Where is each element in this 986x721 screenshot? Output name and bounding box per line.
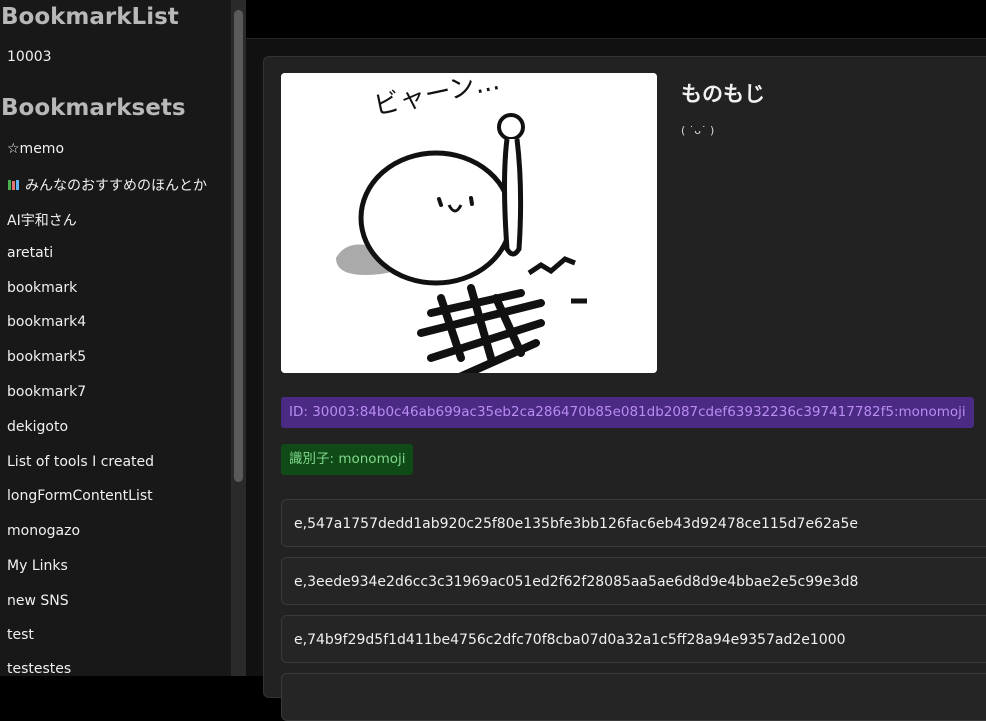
- sidebar-item-testestes[interactable]: testestes: [7, 661, 71, 676]
- sidebar-item-tools[interactable]: List of tools I created: [7, 454, 154, 470]
- avatar-drawing: ビャーン...: [281, 73, 657, 373]
- sidebar-item-my-links[interactable]: My Links: [7, 558, 68, 574]
- profile-subtitle: ( ˙ᴗ˙ ): [681, 124, 715, 137]
- sidebar-scrollbar[interactable]: [231, 0, 246, 676]
- profile-avatar: ビャーン...: [281, 73, 657, 373]
- sidebar-item-bookmark7[interactable]: bookmark7: [7, 384, 86, 400]
- main-content: ビャーン... ものもじ ( ˙ᴗ˙ ) ID: 30003:84b0c46ab…: [246, 39, 986, 721]
- bookmark-list-heading: BookmarkList: [1, 4, 179, 30]
- books-icon: [7, 179, 21, 191]
- sidebar-item-osusume[interactable]: みんなのおすすめのほんとか: [7, 175, 207, 195]
- tag-row[interactable]: e,74b9f29d5f1d411be4756c2dfc70f8cba07d0a…: [281, 615, 986, 663]
- sidebar-item-new-sns[interactable]: new SNS: [7, 593, 69, 609]
- sidebar-item-bookmark[interactable]: bookmark: [7, 280, 77, 296]
- sidebar-item-bookmark4[interactable]: bookmark4: [7, 314, 86, 330]
- profile-name: ものもじ: [681, 82, 765, 106]
- bookmarksets-heading: Bookmarksets: [1, 95, 186, 121]
- id-badge[interactable]: ID: 30003:84b0c46ab699ac35eb2ca286470b85…: [281, 397, 974, 428]
- sidebar-item-bookmark5[interactable]: bookmark5: [7, 349, 86, 365]
- sidebar-item-dekigoto[interactable]: dekigoto: [7, 419, 68, 435]
- identifier-badge[interactable]: 識別子: monomoji: [281, 444, 414, 475]
- sidebar-item-longform[interactable]: longFormContentList: [7, 488, 153, 504]
- tag-row[interactable]: e,3eede934e2d6cc3c31969ac051ed2f62f28085…: [281, 557, 986, 605]
- sidebar-item-monogazo[interactable]: monogazo: [7, 523, 80, 539]
- profile-card: ビャーン... ものもじ ( ˙ᴗ˙ ) ID: 30003:84b0c46ab…: [263, 56, 986, 721]
- sidebar-item-ai-uwa[interactable]: AI宇和さん: [7, 210, 77, 230]
- scrollbar-thumb[interactable]: [234, 10, 243, 482]
- tag-row-partial[interactable]: [281, 673, 986, 721]
- sidebar-item-10003[interactable]: 10003: [7, 49, 52, 65]
- sidebar-item-memo[interactable]: ☆memo: [7, 141, 64, 157]
- sidebar-item-test[interactable]: test: [7, 627, 34, 643]
- top-bar: [246, 0, 986, 39]
- sidebar-item-label: みんなのおすすめのほんとか: [25, 178, 207, 194]
- tag-row[interactable]: e,547a1757dedd1ab920c25f80e135bfe3bb126f…: [281, 499, 986, 547]
- sidebar: BookmarkList 10003 Bookmarksets ☆memo みん…: [0, 0, 231, 676]
- sidebar-item-aretati[interactable]: aretati: [7, 245, 53, 261]
